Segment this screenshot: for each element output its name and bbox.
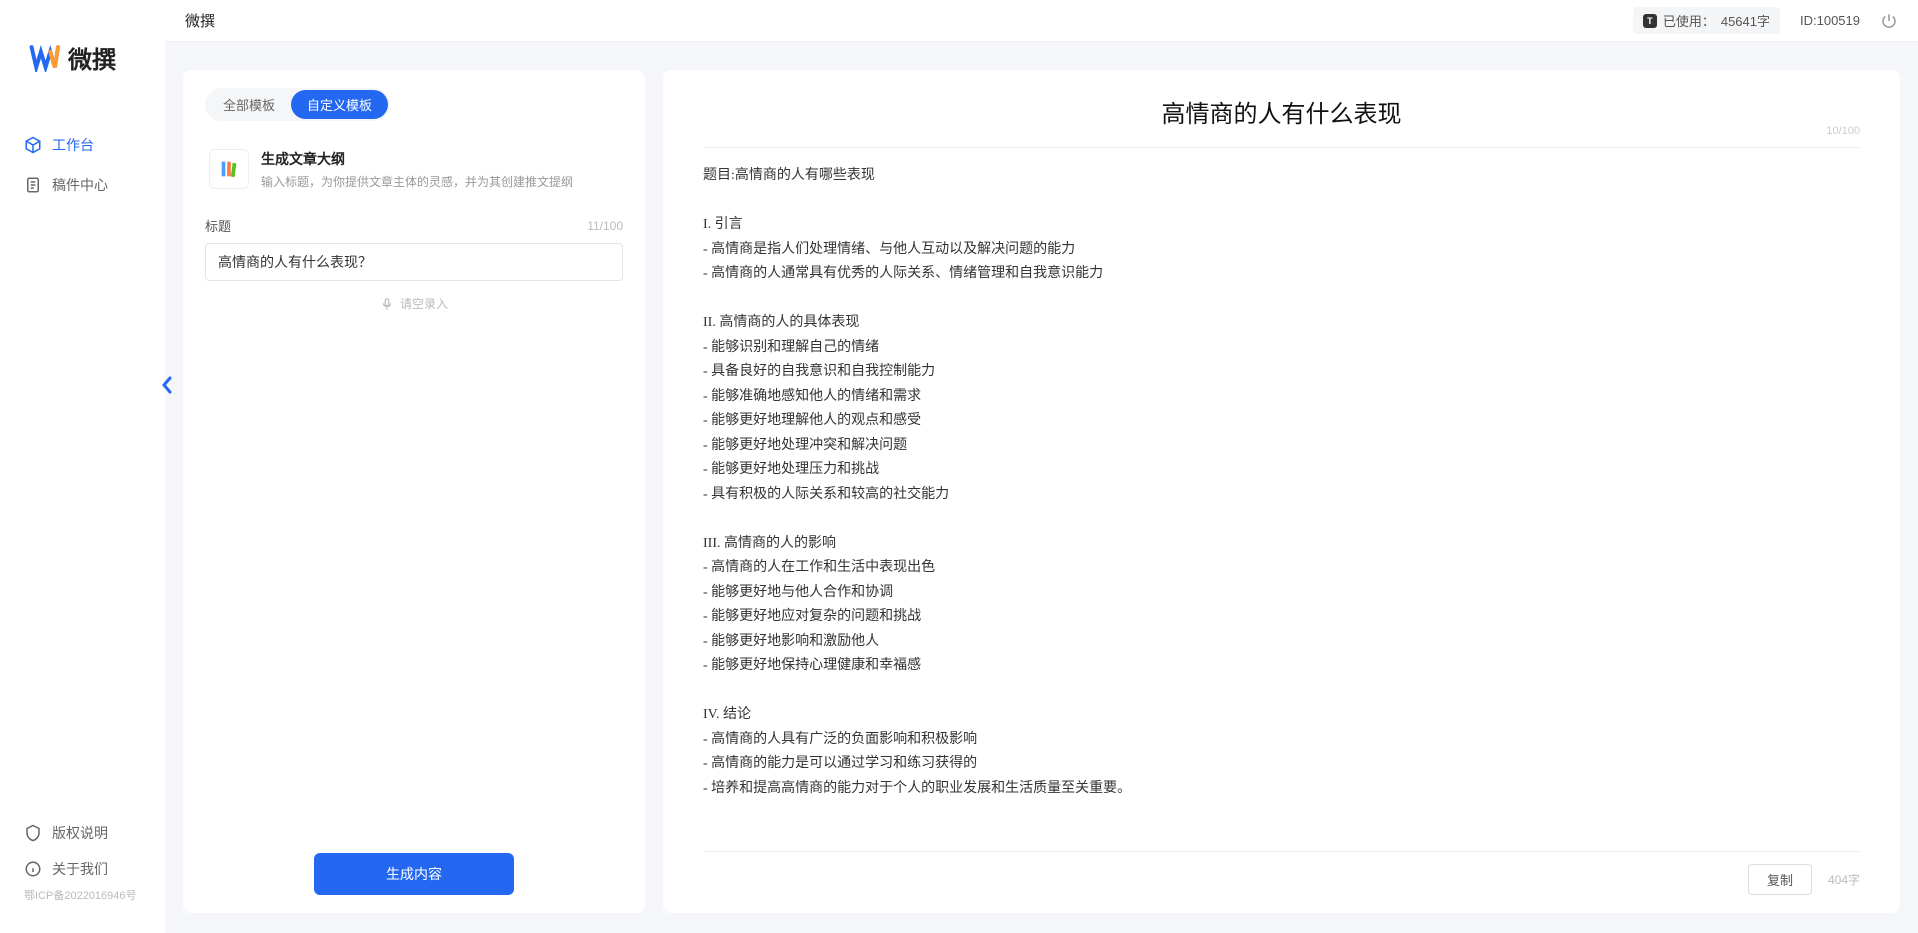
books-icon [218,158,240,180]
nav-label: 稿件中心 [52,175,108,195]
logo: 微撰 [0,0,165,105]
nav-label: 版权说明 [52,823,108,843]
template-card[interactable]: 生成文章大纲 输入标题，为你提供文章主体的灵感，并为其创建推文提纲 [205,139,623,200]
nav-label: 关于我们 [52,859,108,879]
shield-icon [24,824,42,842]
title-input[interactable] [205,243,623,281]
nav-label: 工作台 [52,135,94,155]
topbar: 微撰 T 已使用： 45641字 ID:100519 [165,0,1918,42]
panel-left: 全部模板 自定义模板 生成文章大纲 输入标题，为你提供文章主体的灵感，并为其创建… [183,70,645,913]
template-info: 生成文章大纲 输入标题，为你提供文章主体的灵感，并为其创建推文提纲 [261,149,619,190]
output-title-count: 10/100 [1826,125,1860,137]
info-icon [24,860,42,878]
topbar-right: T 已使用： 45641字 ID:100519 [1633,7,1898,34]
nav-workbench[interactable]: 工作台 [0,125,165,165]
doc-icon [24,176,42,194]
usage-label: 已使用： [1663,11,1715,30]
tab-all-templates[interactable]: 全部模板 [207,90,291,119]
title-label: 标题 [205,216,231,235]
generate-button[interactable]: 生成内容 [314,853,514,895]
output-footer: 复制 404字 [703,851,1860,895]
output-header: 高情商的人有什么表现 10/100 [703,94,1860,147]
tab-custom-templates[interactable]: 自定义模板 [291,90,388,119]
title-char-count: 11/100 [587,219,623,233]
voice-input-button[interactable]: 请空录入 [205,295,623,312]
divider [703,147,1860,148]
logo-icon [28,44,60,72]
user-id: ID:100519 [1800,13,1860,28]
main: 微撰 T 已使用： 45641字 ID:100519 全部模板 自定义模板 生成… [165,0,1918,933]
panel-right: 高情商的人有什么表现 10/100 题目:高情商的人有哪些表现 I. 引言 - … [663,70,1900,913]
nav-about[interactable]: 关于我们 [0,851,165,887]
output-word-count: 404字 [1828,871,1860,888]
usage-value: 45641字 [1721,11,1770,30]
content: 全部模板 自定义模板 生成文章大纲 输入标题，为你提供文章主体的灵感，并为其创建… [165,42,1918,933]
page-title: 微撰 [185,10,215,31]
bottom-nav: 版权说明 关于我们 鄂ICP备2022016946号 [0,815,165,933]
chevron-left-icon [160,375,174,395]
template-desc: 输入标题，为你提供文章主体的灵感，并为其创建推文提纲 [261,173,619,190]
mic-icon [380,297,394,311]
copy-button[interactable]: 复制 [1748,864,1812,895]
voice-hint: 请空录入 [400,295,448,312]
power-icon[interactable] [1880,12,1898,30]
icp-text: 鄂ICP备2022016946号 [0,887,165,913]
logo-text: 微撰 [68,40,116,75]
nav-list: 工作台 稿件中心 [0,105,165,815]
text-icon: T [1643,14,1657,28]
template-icon [209,149,249,189]
cube-icon [24,136,42,154]
sidebar: 微撰 工作台 稿件中心 版权说明 关于我们 鄂ICP备2022016946号 [0,0,165,933]
template-title: 生成文章大纲 [261,149,619,169]
output-body[interactable]: 题目:高情商的人有哪些表现 I. 引言 - 高情商是指人们处理情绪、与他人互动以… [703,164,1860,851]
template-tabs: 全部模板 自定义模板 [205,88,390,121]
output-title: 高情商的人有什么表现 [703,94,1860,129]
sidebar-collapse-handle[interactable] [160,375,174,395]
nav-copyright[interactable]: 版权说明 [0,815,165,851]
usage-badge[interactable]: T 已使用： 45641字 [1633,7,1780,34]
title-field-header: 标题 11/100 [205,216,623,235]
nav-drafts[interactable]: 稿件中心 [0,165,165,205]
